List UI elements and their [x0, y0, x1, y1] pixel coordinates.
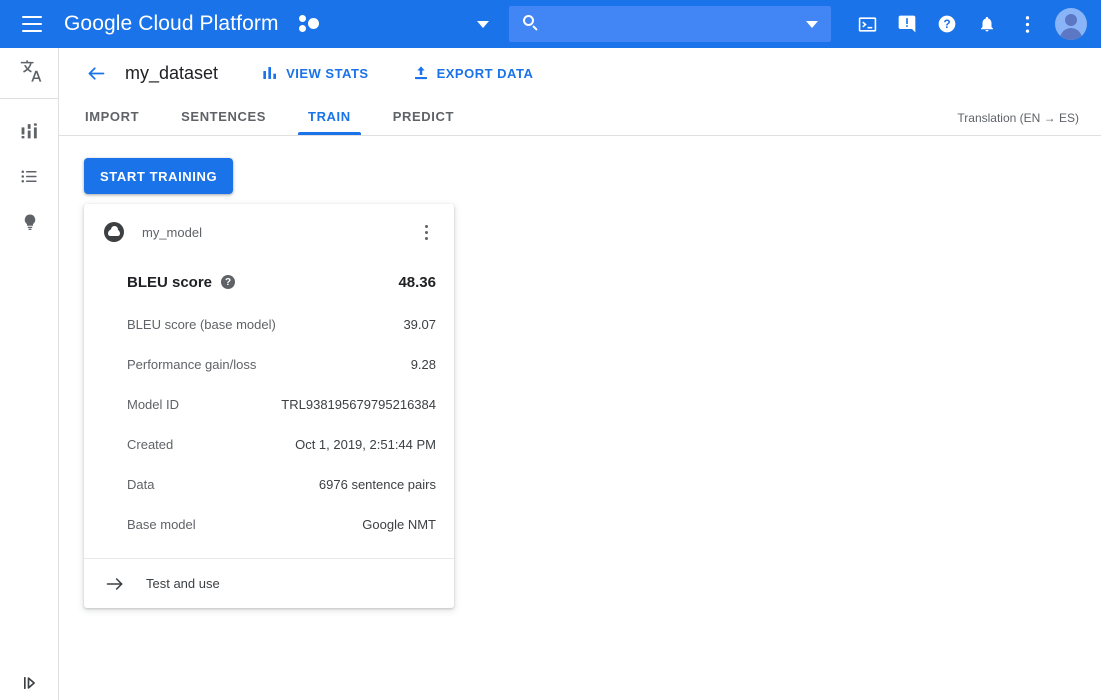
export-data-action[interactable]: EXPORT DATA	[413, 65, 534, 81]
table-row: BLEU score (base model) 39.07	[84, 304, 454, 344]
bar-chart-icon	[262, 65, 278, 81]
svg-text:?: ?	[943, 18, 950, 31]
avatar-body	[1060, 28, 1082, 40]
row-value: TRL938195679795216384	[281, 397, 436, 412]
view-stats-action[interactable]: VIEW STATS	[262, 65, 369, 81]
model-card-header: my_model	[84, 204, 454, 260]
expand-panel-icon[interactable]	[0, 674, 59, 692]
row-label: Base model	[127, 517, 196, 532]
bleu-help-icon[interactable]: ?	[221, 275, 235, 289]
row-label: Data	[127, 477, 154, 492]
row-label: Model ID	[127, 397, 179, 412]
search-circle	[523, 15, 534, 26]
hamburger-line	[22, 23, 42, 25]
row-value: 6976 sentence pairs	[319, 477, 436, 492]
chevron-down-glyph	[477, 21, 489, 28]
start-training-button[interactable]: START TRAINING	[84, 158, 233, 194]
tab-sentences[interactable]: SENTENCES	[165, 97, 282, 135]
model-cloud-icon	[104, 222, 124, 242]
search-chevron-down-icon[interactable]	[793, 21, 831, 28]
search-handle	[532, 25, 538, 31]
row-value: 39.07	[403, 317, 436, 332]
left-rail	[0, 48, 59, 700]
row-label: Created	[127, 437, 173, 452]
translation-direction-label: Translation (EN → ES)	[957, 111, 1101, 135]
bleu-score-value: 48.36	[398, 274, 436, 291]
sidebar-item-list[interactable]	[0, 153, 59, 199]
test-and-use-label: Test and use	[146, 576, 220, 591]
bleu-score-row: BLEU score ? 48.36	[84, 260, 454, 304]
search-icon	[523, 15, 541, 33]
row-value: 9.28	[411, 357, 436, 372]
tab-predict[interactable]: PREDICT	[377, 97, 470, 135]
export-data-label: EXPORT DATA	[437, 66, 534, 81]
tab-train[interactable]: TRAIN	[292, 97, 367, 135]
search-box[interactable]	[509, 6, 831, 42]
main-content: START TRAINING my_model BLEU score ? 4	[59, 136, 1101, 700]
page-subheader: my_dataset VIEW STATS EXPORT DATA	[59, 48, 1101, 98]
account-avatar[interactable]	[1055, 8, 1087, 40]
table-row: Performance gain/loss 9.28	[84, 344, 454, 384]
table-row: Model ID TRL938195679795216384	[84, 384, 454, 424]
back-arrow-icon[interactable]	[73, 63, 119, 84]
table-row: Created Oct 1, 2019, 2:51:44 PM	[84, 424, 454, 464]
bleu-score-label: BLEU score	[127, 274, 212, 291]
hamburger-line	[22, 16, 42, 18]
tab-bar: IMPORT SENTENCES TRAIN PREDICT Translati…	[59, 98, 1101, 136]
kebab-dot	[425, 225, 428, 228]
notifications-bell-icon[interactable]	[967, 4, 1007, 44]
app-root: Google Cloud Platform	[0, 0, 1101, 700]
avatar-head	[1065, 14, 1077, 26]
search-input[interactable]	[551, 15, 793, 33]
hamburger-icon[interactable]	[8, 0, 56, 48]
test-and-use-action[interactable]: Test and use	[84, 558, 454, 608]
row-label: BLEU score (base model)	[127, 317, 276, 332]
brand-title: Google Cloud Platform	[64, 12, 279, 36]
page-title: my_dataset	[125, 63, 218, 84]
bleu-score-label-wrap: BLEU score ?	[127, 274, 235, 291]
row-value: Google NMT	[362, 517, 436, 532]
cloud-glyph	[108, 229, 120, 236]
kebab-dot	[425, 237, 428, 240]
model-name: my_model	[142, 225, 202, 240]
row-label: Performance gain/loss	[127, 357, 256, 372]
sidebar-item-lightbulb[interactable]	[0, 199, 59, 245]
more-options-icon[interactable]	[1007, 4, 1047, 44]
rail-divider	[0, 98, 58, 99]
more-vert-icon[interactable]	[414, 220, 438, 244]
project-dot	[308, 18, 319, 29]
arrow-right-icon	[105, 574, 125, 594]
help-icon[interactable]: ?	[927, 4, 967, 44]
project-selector-icon[interactable]	[299, 13, 325, 35]
table-row: Base model Google NMT	[84, 504, 454, 544]
feedback-icon[interactable]	[887, 4, 927, 44]
cloud-shell-icon[interactable]	[847, 4, 887, 44]
chevron-down-glyph	[806, 21, 818, 28]
project-dot	[299, 25, 306, 32]
view-stats-label: VIEW STATS	[286, 66, 369, 81]
top-bar-icons: ?	[847, 4, 1101, 44]
project-dot	[299, 15, 306, 22]
upload-icon	[413, 65, 429, 81]
row-value: Oct 1, 2019, 2:51:44 PM	[295, 437, 436, 452]
hamburger-line	[22, 30, 42, 32]
sidebar-item-translation[interactable]	[0, 48, 59, 94]
model-card: my_model BLEU score ? 48.36 BLEU score (…	[84, 204, 454, 608]
project-chevron-down-icon[interactable]	[463, 21, 503, 28]
kebab-dot	[425, 231, 428, 234]
sidebar-item-dashboard[interactable]	[0, 107, 59, 153]
table-row: Data 6976 sentence pairs	[84, 464, 454, 504]
top-app-bar: Google Cloud Platform	[0, 0, 1101, 48]
tab-import[interactable]: IMPORT	[69, 97, 155, 135]
